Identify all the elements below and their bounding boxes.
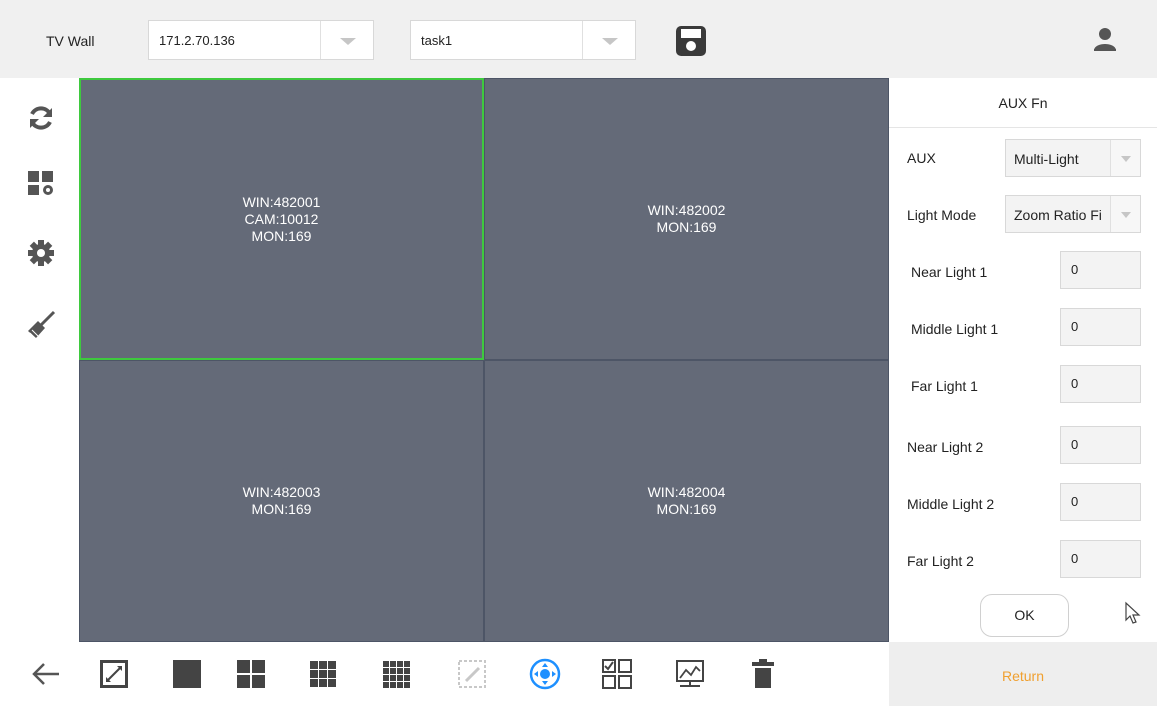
window-id: WIN:482002 bbox=[647, 202, 726, 218]
middle-light-1-label: Middle Light 1 bbox=[911, 321, 999, 337]
chevron-down-icon[interactable] bbox=[582, 21, 635, 59]
layout-settings-icon[interactable] bbox=[26, 168, 56, 198]
window-id: WIN:482001 bbox=[242, 193, 321, 210]
video-wall: WIN:482001 CAM:10012 MON:169 WIN:482002 … bbox=[79, 78, 889, 642]
near-light-2-label: Near Light 2 bbox=[907, 439, 984, 455]
device-select-value: 171.2.70.136 bbox=[159, 33, 235, 48]
chevron-down-icon[interactable] bbox=[1110, 140, 1140, 176]
monitor-id: MON:169 bbox=[656, 501, 717, 517]
split-1-icon[interactable] bbox=[171, 658, 203, 690]
monitor-id: MON:169 bbox=[656, 219, 717, 235]
broom-icon[interactable] bbox=[26, 310, 56, 340]
task-select-value: task1 bbox=[421, 33, 453, 48]
user-icon[interactable] bbox=[1092, 26, 1118, 52]
app-title: TV Wall bbox=[46, 33, 95, 49]
trash-icon[interactable] bbox=[747, 658, 779, 690]
refresh-icon[interactable] bbox=[26, 103, 56, 133]
aux-label: AUX bbox=[907, 150, 936, 166]
ptz-control-icon[interactable] bbox=[529, 658, 561, 690]
monitor-chart-icon[interactable] bbox=[674, 658, 706, 690]
gear-icon[interactable] bbox=[26, 238, 56, 268]
aux-select-value: Multi-Light bbox=[1014, 151, 1079, 167]
fullscreen-icon[interactable] bbox=[98, 658, 130, 690]
aux-select[interactable]: Multi-Light bbox=[1005, 139, 1141, 177]
middle-light-1-input[interactable]: 0 bbox=[1060, 308, 1141, 346]
camera-id: CAM:10012 bbox=[244, 210, 319, 227]
far-light-1-input[interactable]: 0 bbox=[1060, 365, 1141, 403]
near-light-1-input[interactable]: 0 bbox=[1060, 251, 1141, 289]
save-icon[interactable] bbox=[675, 25, 707, 57]
middle-light-2-label: Middle Light 2 bbox=[907, 496, 995, 512]
light-mode-label: Light Mode bbox=[907, 207, 977, 223]
custom-layout-icon[interactable] bbox=[601, 658, 633, 690]
mouse-cursor-icon bbox=[1125, 601, 1141, 624]
split-16-icon[interactable] bbox=[380, 658, 412, 690]
monitor-id: MON:169 bbox=[251, 501, 312, 517]
far-light-2-label: Far Light 2 bbox=[907, 553, 974, 569]
light-mode-value: Zoom Ratio Fi bbox=[1014, 207, 1102, 223]
wall-window-3[interactable]: WIN:482003 MON:169 bbox=[79, 360, 484, 642]
chevron-down-icon[interactable] bbox=[320, 21, 373, 59]
device-select[interactable]: 171.2.70.136 bbox=[148, 20, 374, 60]
wall-window-4[interactable]: WIN:482004 MON:169 bbox=[484, 360, 889, 642]
far-light-2-input[interactable]: 0 bbox=[1060, 540, 1141, 578]
monitor-id: MON:169 bbox=[251, 227, 312, 244]
return-button[interactable]: Return bbox=[889, 642, 1157, 706]
middle-light-2-input[interactable]: 0 bbox=[1060, 483, 1141, 521]
left-sidebar bbox=[0, 78, 79, 642]
edit-disabled-icon[interactable] bbox=[456, 658, 488, 690]
top-bar: TV Wall 171.2.70.136 task1 bbox=[0, 0, 1157, 78]
aux-panel-title: AUX Fn bbox=[889, 78, 1157, 128]
task-select[interactable]: task1 bbox=[410, 20, 636, 60]
far-light-1-label: Far Light 1 bbox=[911, 378, 978, 394]
back-arrow-icon[interactable] bbox=[29, 658, 61, 690]
near-light-1-label: Near Light 1 bbox=[911, 264, 988, 280]
window-id: WIN:482003 bbox=[242, 484, 321, 500]
wall-window-2[interactable]: WIN:482002 MON:169 bbox=[484, 78, 889, 360]
chevron-down-icon[interactable] bbox=[1110, 196, 1140, 232]
window-id: WIN:482004 bbox=[647, 484, 726, 500]
bottom-toolbar bbox=[0, 642, 889, 706]
split-4-icon[interactable] bbox=[235, 658, 267, 690]
ok-button[interactable]: OK bbox=[980, 594, 1069, 637]
light-mode-select[interactable]: Zoom Ratio Fi bbox=[1005, 195, 1141, 233]
aux-panel: AUX Fn AUX Multi-Light Light Mode Zoom R… bbox=[889, 78, 1157, 642]
split-9-icon[interactable] bbox=[307, 658, 339, 690]
wall-window-1[interactable]: WIN:482001 CAM:10012 MON:169 bbox=[79, 78, 484, 360]
near-light-2-input[interactable]: 0 bbox=[1060, 426, 1141, 464]
